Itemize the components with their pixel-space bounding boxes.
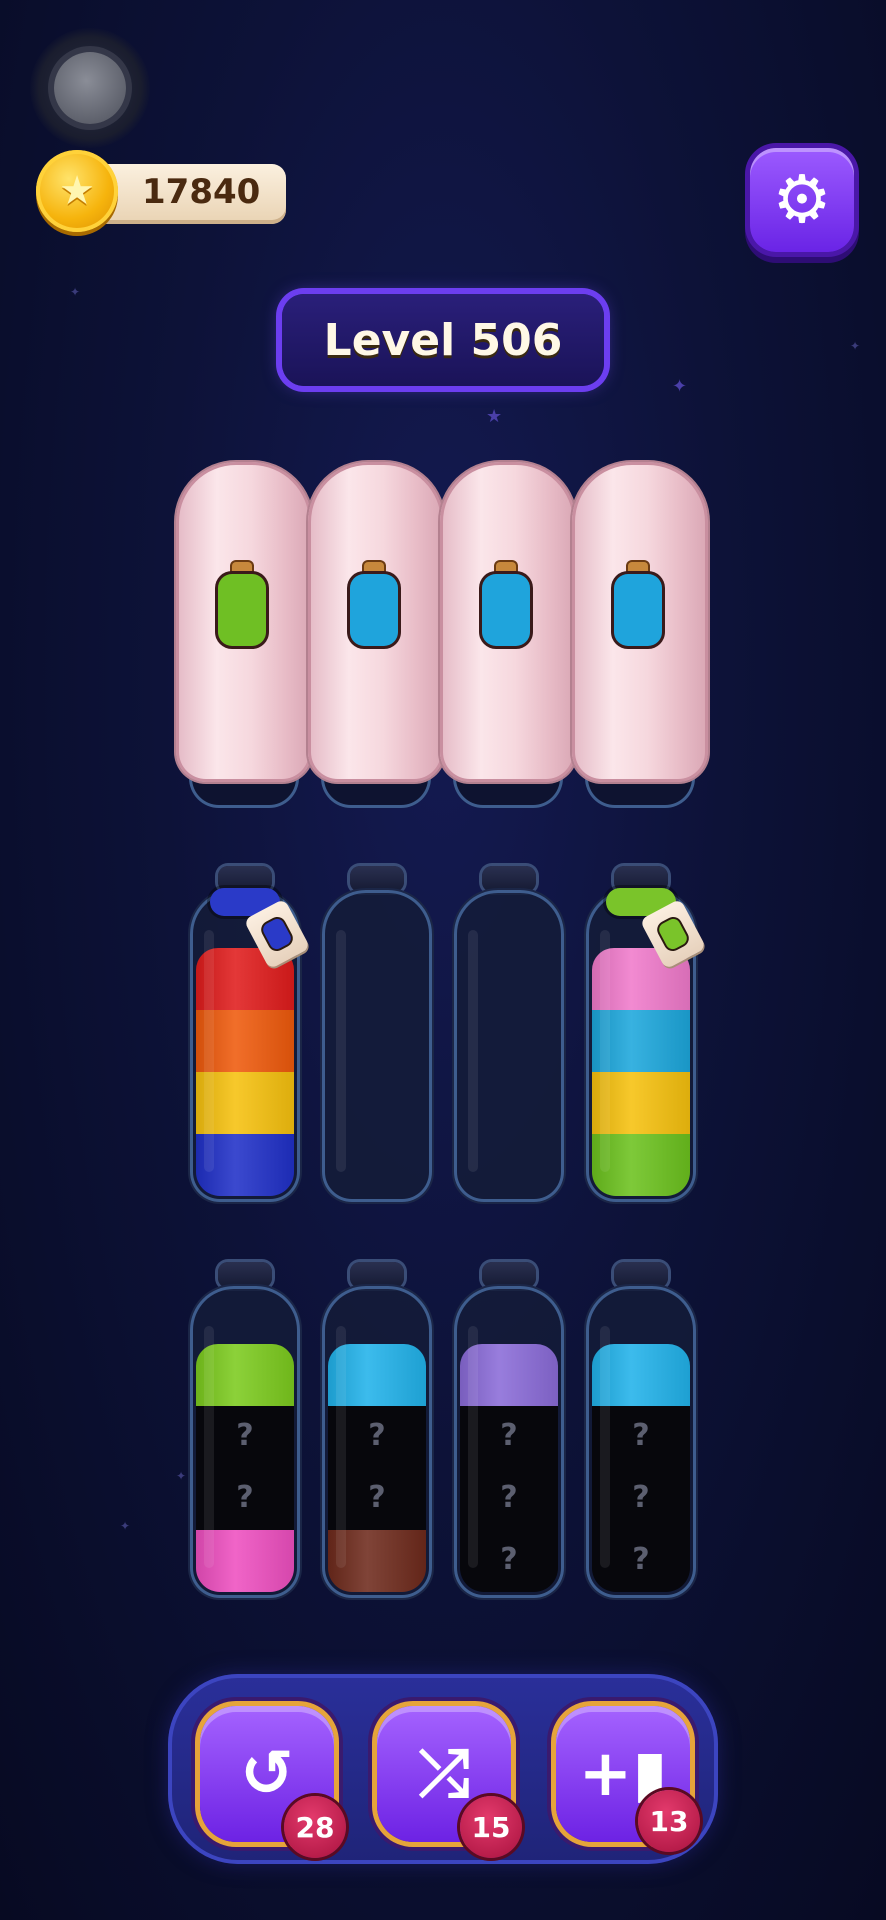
bottle[interactable]: ?? [190, 1262, 300, 1598]
bottle-neck [482, 866, 536, 892]
bottle[interactable] [190, 866, 311, 1202]
bottle-body [454, 890, 564, 1202]
shuffle-icon: ⤮ [418, 1737, 470, 1811]
bottle-neck [218, 1262, 272, 1288]
hint-bottle-icon [218, 562, 266, 648]
bottle[interactable] [322, 866, 432, 1202]
bottle[interactable]: ?? [322, 1262, 432, 1598]
star-decoration: ✦ [850, 339, 861, 353]
bottle-neck [350, 866, 404, 892]
bottle-body: ?? [322, 1286, 432, 1598]
avatar [54, 52, 126, 124]
coin-value: 17840 [142, 172, 261, 212]
hint-bottle-icon [614, 562, 662, 648]
bottle-body: ??? [454, 1286, 564, 1598]
star-coin-icon: ★ [36, 150, 118, 232]
star-decoration: ★ [486, 406, 503, 427]
bottle-neck [350, 1262, 404, 1288]
bottle-body: ??? [586, 1286, 696, 1598]
star-decoration: ✦ [70, 285, 81, 299]
undo-icon: ↺ [240, 1737, 294, 1811]
level-banner: Level 506 [282, 294, 604, 386]
bottle-neck [614, 1262, 668, 1288]
covered-bottle[interactable] [440, 462, 576, 782]
add-bottle-count-badge: 13 [638, 1790, 700, 1852]
covered-bottle[interactable] [308, 462, 444, 782]
star-decoration: ✦ [120, 1519, 131, 1533]
covered-bottle[interactable] [572, 462, 708, 782]
covered-bottle[interactable] [176, 462, 312, 782]
bottle[interactable]: ??? [586, 1262, 696, 1598]
bottle-body: ?? [190, 1286, 300, 1598]
gear-icon: ⚙ [772, 161, 832, 238]
star-decoration: ✦ [672, 376, 688, 397]
bottle-neck [482, 1262, 536, 1288]
hint-bottle-icon [350, 562, 398, 648]
settings-button[interactable]: ⚙ [750, 148, 854, 252]
bottle[interactable]: ??? [454, 1262, 564, 1598]
star-decoration: ✦ [176, 1469, 187, 1483]
level-title: Level 506 [323, 314, 563, 366]
undo-count-badge: 28 [284, 1796, 346, 1858]
bottle-body [322, 890, 432, 1202]
bottle[interactable] [454, 866, 564, 1202]
profile-button[interactable] [30, 28, 150, 148]
shuffle-count-badge: 15 [460, 1796, 522, 1858]
hint-bottle-icon [482, 562, 530, 648]
bottle[interactable] [586, 866, 707, 1202]
